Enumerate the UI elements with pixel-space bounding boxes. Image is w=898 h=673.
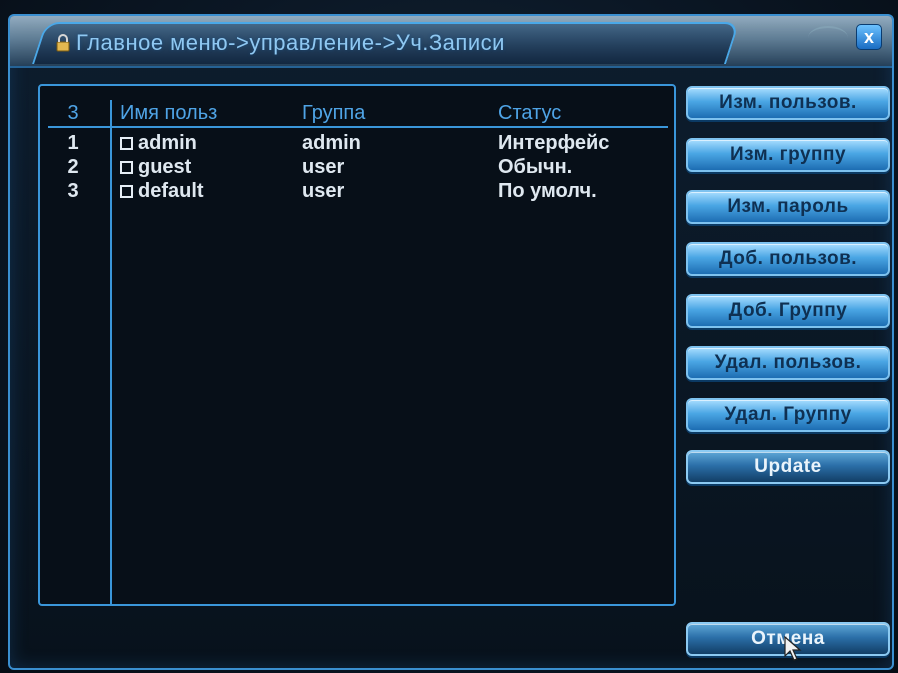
title-decoration <box>808 26 848 50</box>
username-text: default <box>138 180 204 202</box>
table-row[interactable]: 3 default user По умолч. <box>40 180 674 204</box>
add-group-button[interactable]: Доб. Группу <box>686 294 890 328</box>
lock-icon <box>54 34 72 52</box>
update-button[interactable]: Update <box>686 450 890 484</box>
row-username: guest <box>120 156 191 179</box>
close-icon[interactable]: x <box>856 24 882 50</box>
delete-user-button[interactable]: Удал. пользов. <box>686 346 890 380</box>
accounts-window: Главное меню->управление->Уч.Записи x 3 … <box>8 14 894 670</box>
header-divider <box>48 126 668 128</box>
row-checkbox[interactable] <box>120 137 133 150</box>
header-username: Имя польз <box>120 102 218 124</box>
row-status: Обычн. <box>498 156 573 178</box>
row-checkbox[interactable] <box>120 161 133 174</box>
edit-user-button[interactable]: Изм. пользов. <box>686 86 890 120</box>
table-row[interactable]: 2 guest user Обычн. <box>40 156 674 180</box>
add-user-button[interactable]: Доб. пользов. <box>686 242 890 276</box>
row-username: admin <box>120 132 197 155</box>
table-row[interactable]: 1 admin admin Интерфейс <box>40 132 674 156</box>
table-header: 3 Имя польз Группа Статус <box>40 102 674 126</box>
users-table: 3 Имя польз Группа Статус 1 admin admin … <box>38 84 676 606</box>
username-text: guest <box>138 156 192 178</box>
mouse-pointer-icon <box>784 636 802 661</box>
header-count: 3 <box>67 102 79 124</box>
row-group: admin <box>302 132 361 154</box>
window-title: Главное меню->управление->Уч.Записи <box>76 30 505 55</box>
header-status: Статус <box>498 102 562 124</box>
title-row: Главное меню->управление->Уч.Записи <box>54 30 505 56</box>
username-text: admin <box>138 132 197 154</box>
row-number: 1 <box>67 132 79 154</box>
row-status: По умолч. <box>498 180 597 202</box>
row-username: default <box>120 180 204 203</box>
edit-password-button[interactable]: Изм. пароль <box>686 190 890 224</box>
row-status: Интерфейс <box>498 132 610 154</box>
row-group: user <box>302 156 345 178</box>
dvr-screen: Главное меню->управление->Уч.Записи x 3 … <box>0 0 898 673</box>
delete-group-button[interactable]: Удал. Группу <box>686 398 890 432</box>
row-group: user <box>302 180 345 202</box>
row-number: 3 <box>67 180 79 202</box>
header-group: Группа <box>302 102 366 124</box>
row-number: 2 <box>67 156 79 178</box>
row-checkbox[interactable] <box>120 185 133 198</box>
edit-group-button[interactable]: Изм. группу <box>686 138 890 172</box>
